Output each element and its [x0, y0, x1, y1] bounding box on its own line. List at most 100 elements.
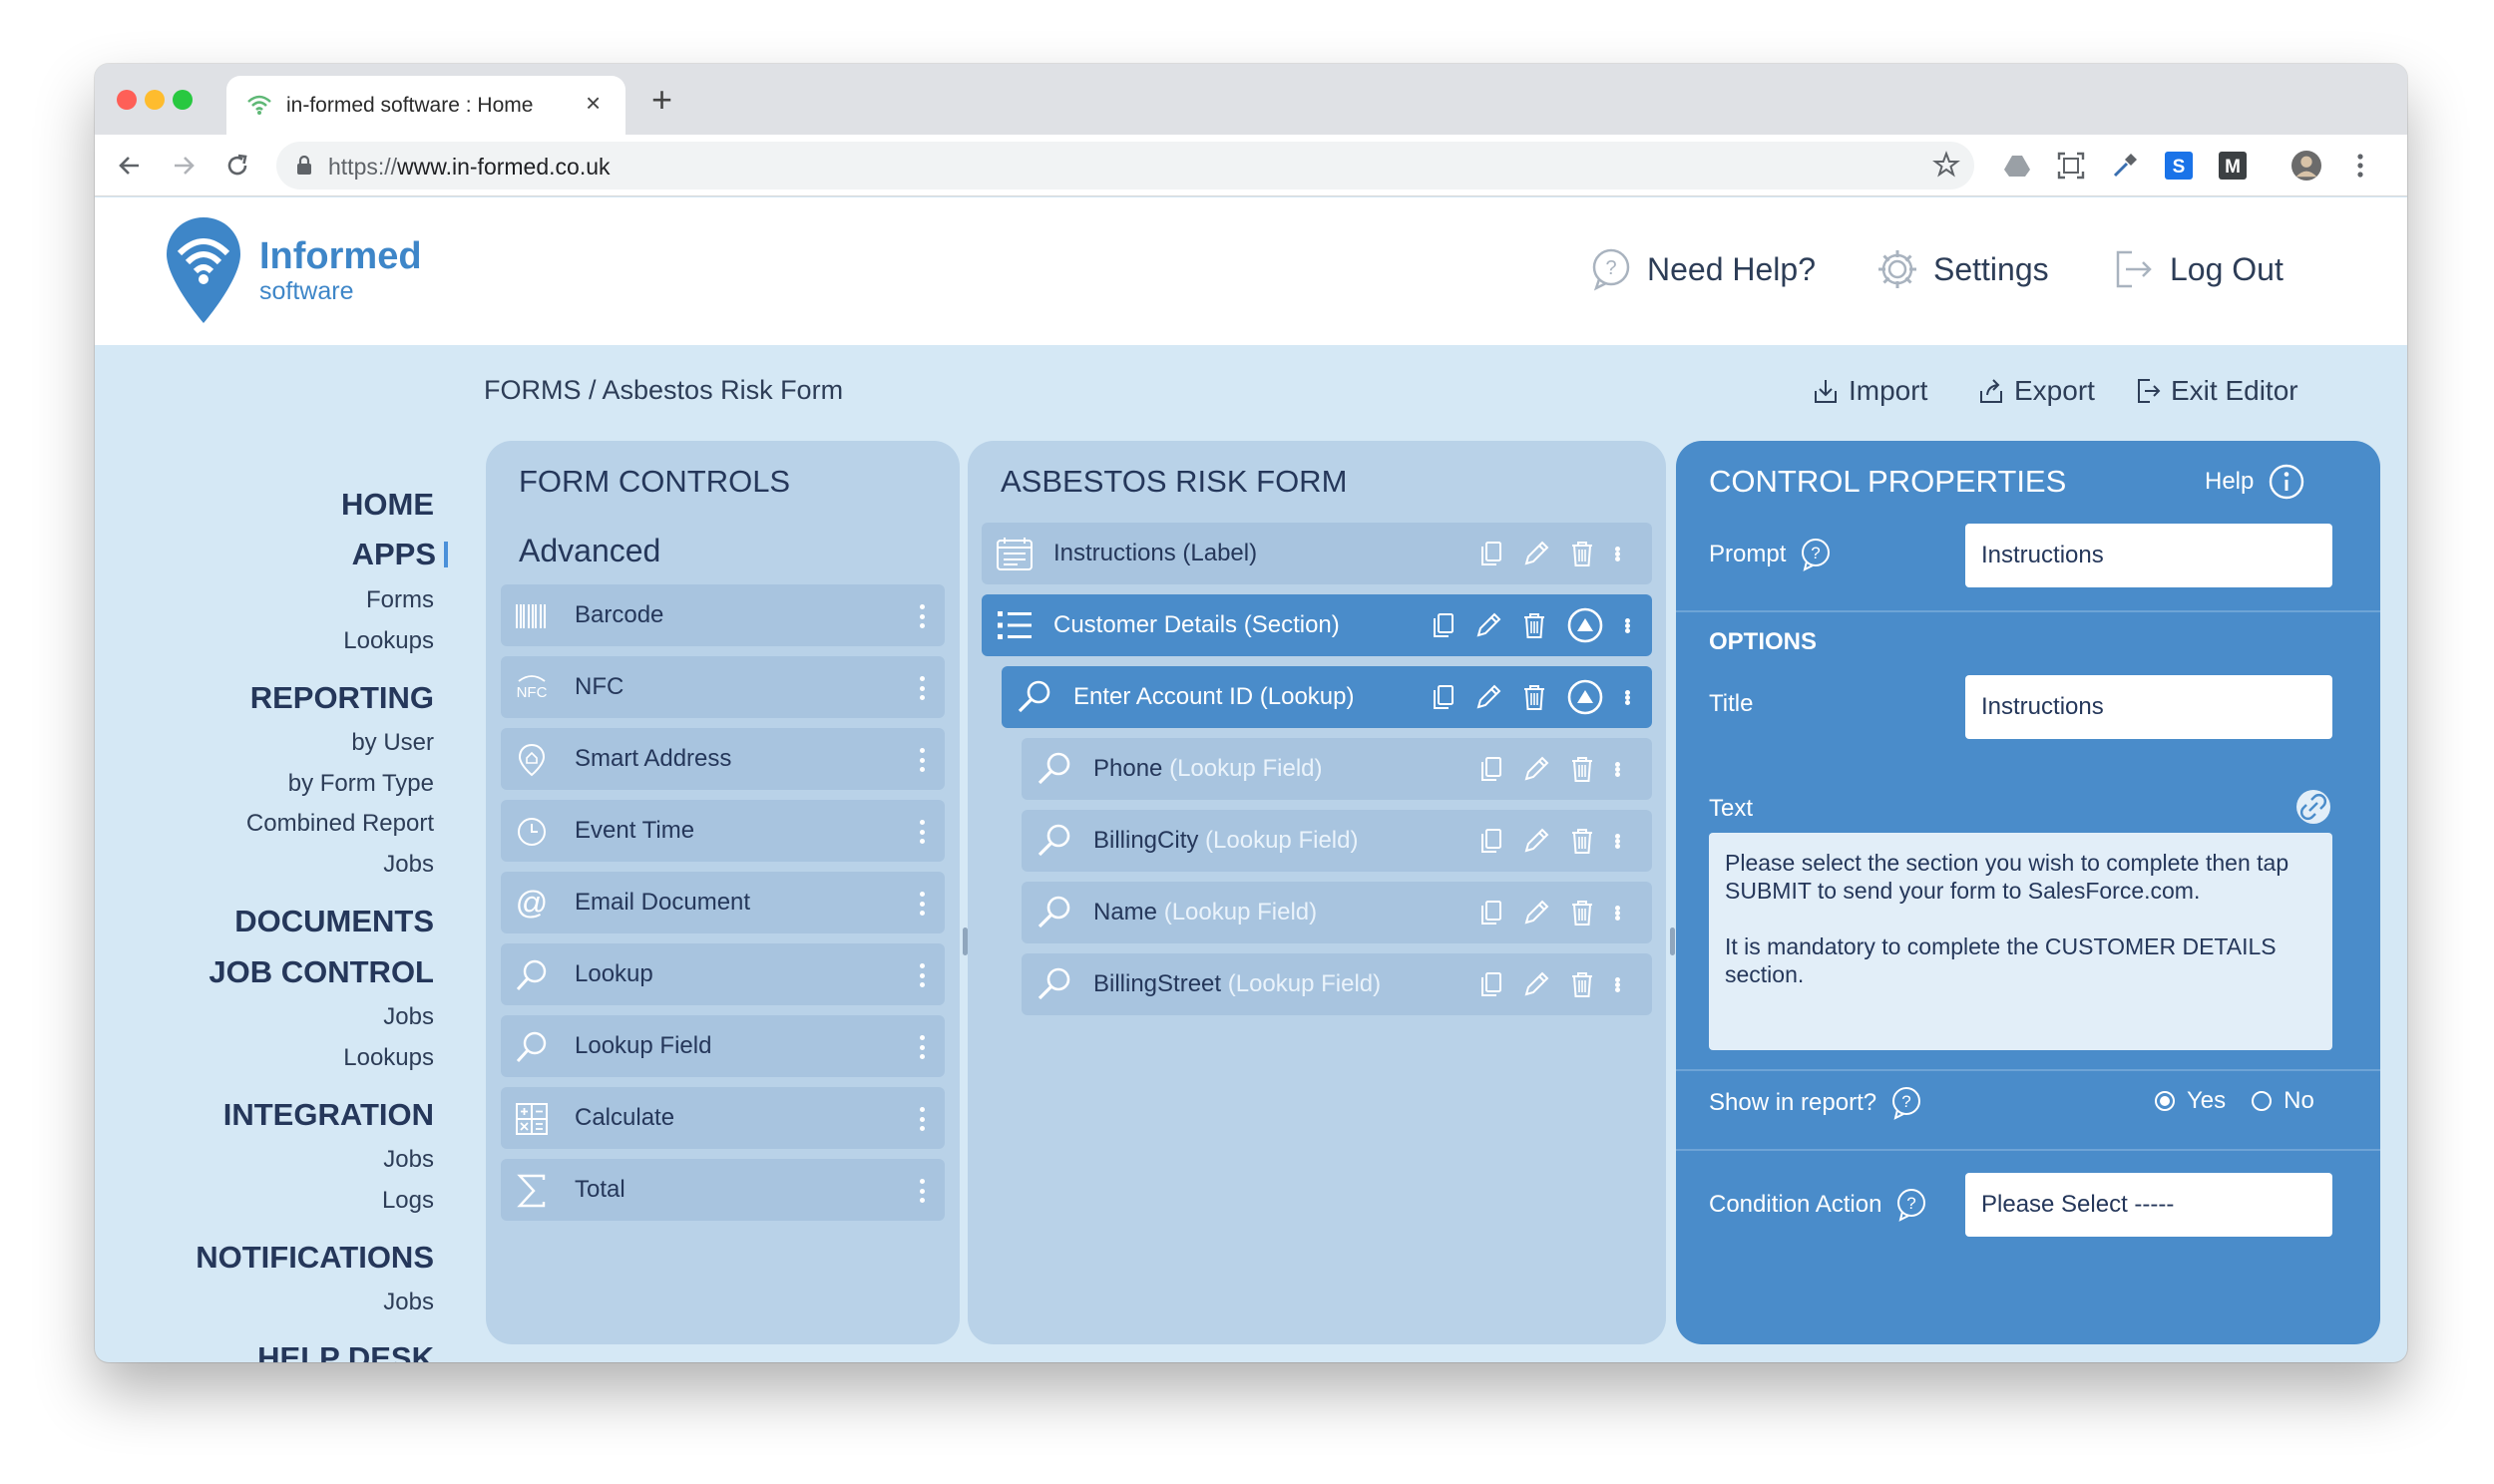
edit-pencil-icon[interactable] — [1522, 755, 1550, 783]
control-calculate[interactable]: Calculate — [501, 1087, 945, 1149]
copy-icon[interactable] — [1480, 541, 1502, 566]
properties-help-button[interactable]: Help — [2205, 463, 2305, 501]
kebab-menu-icon[interactable] — [1614, 901, 1620, 925]
nav-job-control-lookups[interactable]: Lookups — [343, 1044, 434, 1072]
no-radio[interactable] — [2252, 1091, 2273, 1111]
export-button[interactable]: Export — [1978, 375, 2095, 407]
delete-trash-icon[interactable] — [1522, 683, 1546, 711]
logout-link[interactable]: Log Out — [2112, 247, 2284, 291]
minimize-window-button[interactable] — [145, 90, 165, 110]
kebab-menu-icon[interactable] — [919, 820, 925, 844]
nav-integration[interactable]: INTEGRATION — [223, 1097, 434, 1133]
forward-icon[interactable] — [167, 149, 201, 183]
nav-apps-forms[interactable]: Forms — [366, 586, 434, 614]
nav-apps[interactable]: APPS — [352, 537, 448, 572]
title-input[interactable] — [1965, 675, 2332, 739]
back-icon[interactable] — [113, 149, 147, 183]
nav-notifications[interactable]: NOTIFICATIONS — [196, 1240, 434, 1276]
kebab-menu-icon[interactable] — [919, 1107, 925, 1131]
kebab-menu-icon[interactable] — [1614, 972, 1620, 996]
edit-pencil-icon[interactable] — [1522, 970, 1550, 998]
kebab-menu-icon[interactable] — [919, 604, 925, 628]
control-lookup[interactable]: Lookup — [501, 943, 945, 1005]
control-nfc[interactable]: NFC NFC — [501, 656, 945, 718]
copy-icon[interactable] — [1480, 900, 1502, 926]
help-bubble-icon[interactable]: ? — [1893, 1187, 1929, 1223]
help-bubble-icon[interactable]: ? — [1798, 537, 1834, 572]
maximize-window-button[interactable] — [173, 90, 193, 110]
tab-close-icon[interactable]: × — [586, 88, 601, 118]
address-bar[interactable]: https://www.in-formed.co.uk — [276, 142, 1974, 189]
form-item-customer-details[interactable]: Customer Details (Section) — [982, 594, 1652, 656]
settings-link[interactable]: Settings — [1875, 247, 2049, 291]
s-extension-icon[interactable]: S — [2164, 151, 2194, 181]
exit-editor-button[interactable]: Exit Editor — [2135, 375, 2298, 407]
copy-icon[interactable] — [1433, 684, 1455, 710]
avatar[interactable] — [2291, 151, 2321, 181]
edit-pencil-icon[interactable] — [1474, 683, 1502, 711]
bookmark-star-icon[interactable] — [1932, 151, 1960, 184]
edit-pencil-icon[interactable] — [1522, 827, 1550, 855]
control-barcode[interactable]: Barcode — [501, 584, 945, 646]
edit-pencil-icon[interactable] — [1522, 540, 1550, 567]
delete-trash-icon[interactable] — [1570, 970, 1594, 998]
delete-trash-icon[interactable] — [1570, 540, 1594, 567]
form-item-billing-street[interactable]: BillingStreet (Lookup Field) — [1022, 953, 1652, 1015]
kebab-menu-icon[interactable] — [919, 676, 925, 700]
kebab-menu-icon[interactable] — [919, 1035, 925, 1059]
informed-logo-icon[interactable] — [165, 215, 242, 330]
panel-resize-handle[interactable] — [1670, 928, 1675, 955]
delete-trash-icon[interactable] — [1522, 611, 1546, 639]
close-window-button[interactable] — [117, 90, 137, 110]
nav-reporting-by-form-type[interactable]: by Form Type — [288, 770, 434, 798]
form-item-phone[interactable]: Phone (Lookup Field) — [1022, 738, 1652, 800]
link-icon[interactable] — [2294, 788, 2332, 831]
nav-integration-logs[interactable]: Logs — [382, 1187, 434, 1215]
nav-job-control[interactable]: JOB CONTROL — [208, 954, 434, 990]
yes-radio[interactable] — [2155, 1091, 2175, 1111]
kebab-menu-icon[interactable] — [919, 892, 925, 916]
nav-documents[interactable]: DOCUMENTS — [234, 904, 434, 939]
screenshot-extension-icon[interactable] — [2056, 151, 2086, 181]
nav-help-desk[interactable]: HELP DESK — [257, 1340, 434, 1362]
edit-pencil-icon[interactable] — [1522, 899, 1550, 927]
control-lookup-field[interactable]: Lookup Field — [501, 1015, 945, 1077]
form-item-instructions[interactable]: Instructions (Label) — [982, 523, 1652, 584]
text-textarea[interactable]: Please select the section you wish to co… — [1709, 833, 2332, 1050]
nav-reporting-jobs[interactable]: Jobs — [383, 851, 434, 879]
nav-home[interactable]: HOME — [341, 487, 434, 523]
form-item-name[interactable]: Name (Lookup Field) — [1022, 882, 1652, 943]
copy-icon[interactable] — [1480, 756, 1502, 782]
nav-apps-lookups[interactable]: Lookups — [343, 627, 434, 655]
need-help-link[interactable]: ? Need Help? — [1589, 247, 1816, 291]
copy-icon[interactable] — [1480, 828, 1502, 854]
nav-reporting[interactable]: REPORTING — [250, 680, 434, 716]
form-item-enter-account-id[interactable]: Enter Account ID (Lookup) — [1002, 666, 1652, 728]
drive-extension-icon[interactable] — [2002, 151, 2032, 181]
form-item-billing-city[interactable]: BillingCity (Lookup Field) — [1022, 810, 1652, 872]
nav-reporting-by-user[interactable]: by User — [351, 729, 434, 757]
delete-trash-icon[interactable] — [1570, 899, 1594, 927]
kebab-menu-icon[interactable] — [1614, 542, 1620, 565]
delete-trash-icon[interactable] — [1570, 755, 1594, 783]
nav-integration-jobs[interactable]: Jobs — [383, 1146, 434, 1174]
nav-notifications-jobs[interactable]: Jobs — [383, 1289, 434, 1316]
kebab-menu-icon[interactable] — [919, 963, 925, 987]
collapse-up-icon[interactable] — [1566, 606, 1604, 644]
kebab-menu-icon[interactable] — [1624, 685, 1630, 709]
control-smart-address[interactable]: Smart Address — [501, 728, 945, 790]
import-button[interactable]: Import — [1813, 375, 1927, 407]
kebab-menu-icon[interactable] — [1624, 613, 1630, 637]
m-extension-icon[interactable]: M — [2218, 151, 2248, 181]
nav-job-control-jobs[interactable]: Jobs — [383, 1003, 434, 1031]
control-email-document[interactable]: @ Email Document — [501, 872, 945, 933]
nav-reporting-combined[interactable]: Combined Report — [246, 810, 434, 838]
kebab-menu-icon[interactable] — [1614, 829, 1620, 853]
new-tab-icon[interactable]: + — [651, 82, 672, 118]
browser-menu-icon[interactable] — [2345, 151, 2375, 181]
kebab-menu-icon[interactable] — [919, 748, 925, 772]
breadcrumb[interactable]: FORMS / Asbestos Risk Form — [484, 375, 843, 406]
browser-tab[interactable]: in-formed software : Home × — [226, 76, 625, 135]
collapse-up-icon[interactable] — [1566, 678, 1604, 716]
kebab-menu-icon[interactable] — [919, 1179, 925, 1203]
